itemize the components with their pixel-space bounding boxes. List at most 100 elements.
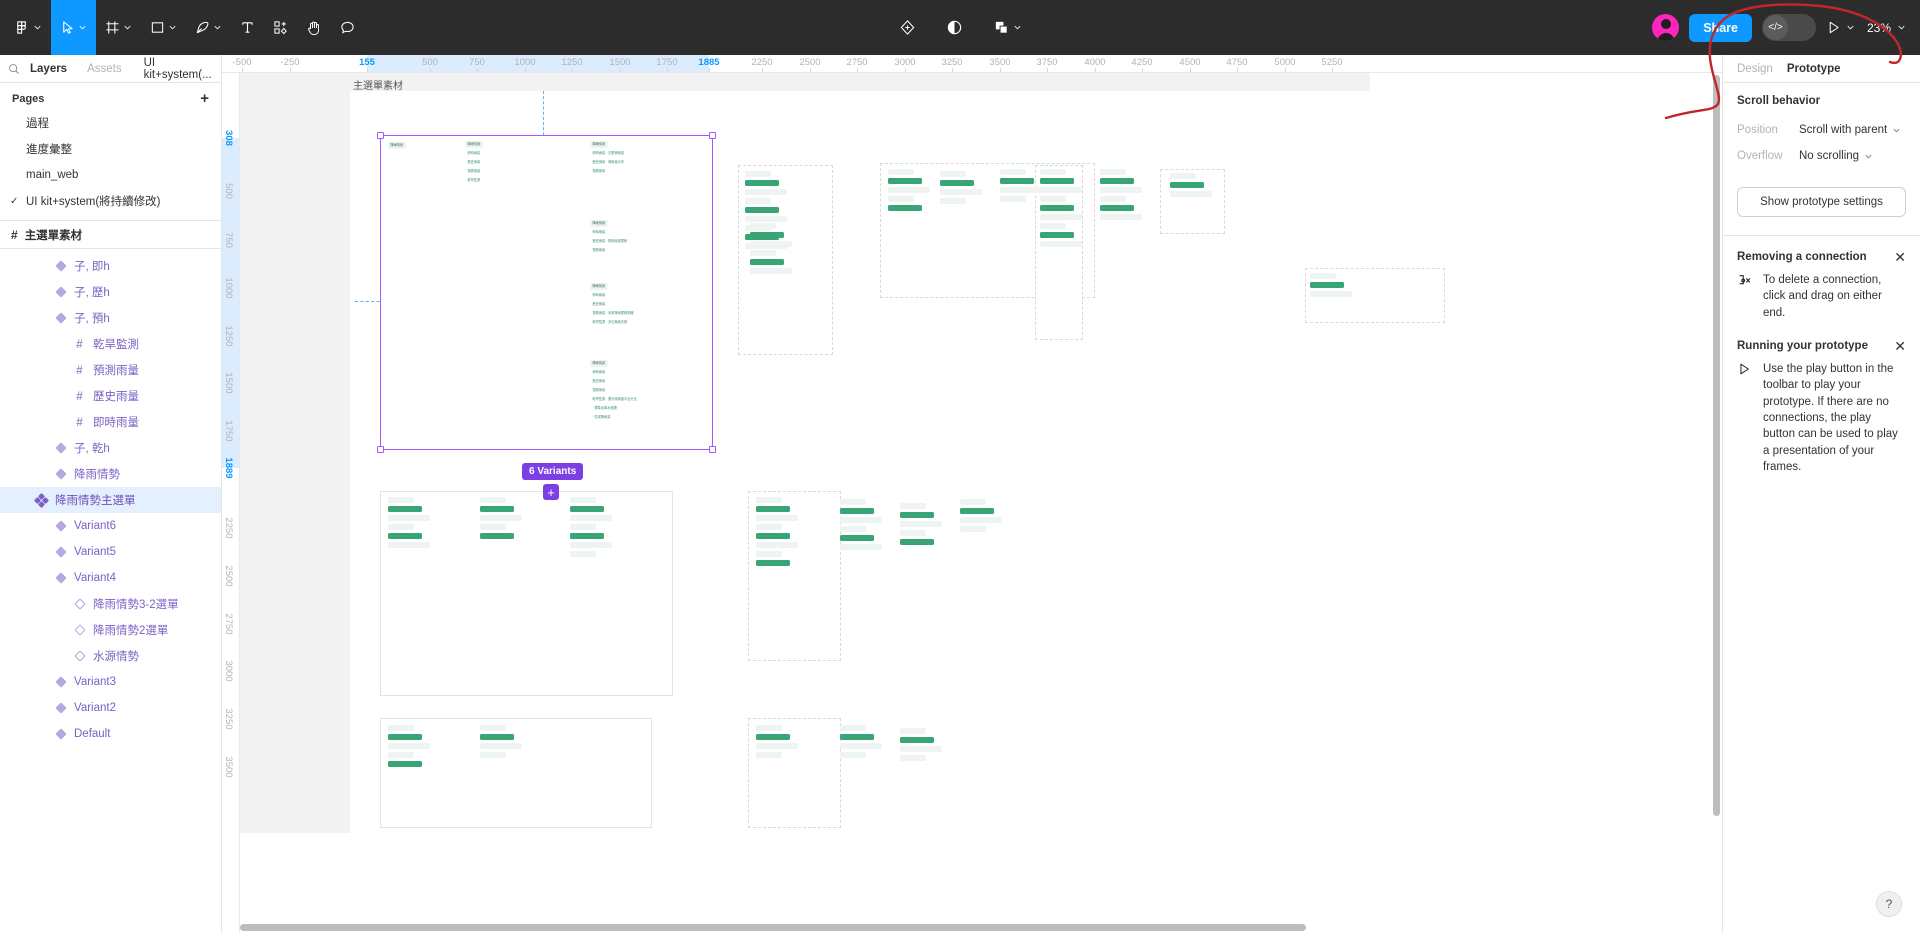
resources-icon[interactable]: [264, 0, 297, 55]
canvas-mock-chip: [570, 497, 596, 503]
layer-item-label: 即時雨量: [93, 417, 139, 429]
tab-assets[interactable]: Assets: [77, 55, 132, 83]
component-icon[interactable]: [890, 8, 925, 48]
vertical-ruler[interactable]: 308 500 750 1000 1250 1500 1750 1889 2250 2500 275…: [222, 73, 240, 933]
canvas-menu-chip: 降雨情勢: [590, 220, 608, 228]
file-name-label[interactable]: UI kit+system(...: [144, 57, 212, 81]
canvas-menu-chip: 即時雨量 · 日累積雨量: [592, 151, 625, 156]
dev-mode-toggle[interactable]: </>: [1761, 14, 1816, 41]
canvas-mock-chip: [756, 524, 782, 530]
canvas-menu-chip: 降雨情勢: [590, 283, 608, 291]
mask-icon[interactable]: [937, 8, 972, 48]
show-prototype-settings-button[interactable]: Show prototype settings: [1737, 187, 1906, 217]
layer-item-label: 歷史雨量: [93, 391, 139, 403]
layer-item[interactable]: Variant4: [0, 565, 221, 591]
canvas-frame[interactable]: [380, 491, 673, 696]
canvas-frame[interactable]: [380, 135, 713, 450]
layer-item[interactable]: # 預測雨量: [0, 357, 221, 383]
canvas-mock-chip: [1100, 214, 1142, 220]
canvas-mock-chip: [750, 259, 784, 265]
layer-item[interactable]: 水源情勢: [0, 643, 221, 669]
component-icon: [54, 572, 67, 584]
share-button[interactable]: Share: [1689, 13, 1752, 42]
canvas-mock-chip: [745, 216, 787, 222]
pen-tool-icon[interactable]: [186, 0, 231, 55]
hand-tool-icon[interactable]: [297, 0, 331, 55]
layer-item[interactable]: Variant5: [0, 539, 221, 565]
layer-item[interactable]: Variant3: [0, 669, 221, 695]
zoom-level-selector[interactable]: 23%: [1867, 21, 1906, 35]
comment-tool-icon[interactable]: [331, 0, 364, 55]
horizontal-ruler[interactable]: -500 -250 155 500 750 1000 1250 1500 1750 1885 225…: [222, 55, 1722, 73]
tab-design[interactable]: Design: [1737, 63, 1773, 75]
horizontal-scrollbar[interactable]: [240, 924, 1720, 931]
layer-item[interactable]: 子, 預h: [0, 305, 221, 331]
avatar[interactable]: [1652, 14, 1680, 41]
canvas-mock-chip: [756, 725, 782, 731]
layer-item[interactable]: 降雨情勢3-2選單: [0, 591, 221, 617]
canvas-menu-chip: · 區域降雨量: [592, 415, 611, 420]
component-icon: [54, 702, 67, 714]
tab-prototype[interactable]: Prototype: [1787, 63, 1841, 75]
page-item-0[interactable]: 過程: [0, 110, 221, 136]
position-select[interactable]: Scroll with parent: [1799, 124, 1901, 136]
add-page-button[interactable]: +: [198, 91, 211, 106]
page-item-1[interactable]: 進度彙整: [0, 136, 221, 162]
canvas[interactable]: -500 -250 155 500 750 1000 1250 1500 1750 1885 225…: [222, 55, 1722, 933]
canvas-mock-chip: [960, 517, 1002, 523]
layer-item[interactable]: # 即時雨量: [0, 409, 221, 435]
canvas-mock-chip: [388, 752, 414, 758]
boolean-icon[interactable]: [984, 8, 1031, 48]
layer-item[interactable]: # 歷史雨量: [0, 383, 221, 409]
layer-item[interactable]: 降雨情勢主選單: [0, 487, 221, 513]
close-icon[interactable]: ✕: [1894, 339, 1906, 353]
instance-icon: [73, 650, 86, 662]
horizontal-scrollbar-thumb[interactable]: [240, 924, 1306, 931]
layer-item[interactable]: 子, 即h: [0, 253, 221, 279]
overflow-value: No scrolling: [1799, 150, 1860, 162]
canvas-mock-chip: [480, 743, 522, 749]
variants-badge[interactable]: 6 Variants: [522, 463, 584, 480]
layer-item[interactable]: Variant2: [0, 695, 221, 721]
canvas-viewport[interactable]: 主選單素材 降雨情勢 降雨情勢 即時雨量 歷史雨量 預測雨量 乾旱監測 降雨情勢 即時雨量 ·…: [240, 73, 1722, 933]
pages-list: 過程 進度彙整 main_web ✓ UI kit+system(將持續修改): [0, 110, 221, 214]
text-tool-icon[interactable]: [231, 0, 264, 55]
ruler-tick-label: 4500: [1179, 57, 1201, 68]
vertical-scrollbar[interactable]: [1713, 75, 1720, 917]
frame-icon: #: [76, 337, 83, 351]
canvas-page-label: 主選單素材: [353, 81, 403, 92]
canvas-menu-chip: 預測雨量 · 未來降雨累積預報: [592, 311, 634, 316]
figma-menu-icon[interactable]: [6, 0, 51, 55]
canvas-mock-chip: [480, 725, 506, 731]
layer-item[interactable]: 子, 歷h: [0, 279, 221, 305]
search-icon[interactable]: [8, 63, 20, 75]
ruler-tick-label: 3500: [989, 57, 1011, 68]
move-tool-icon[interactable]: [51, 0, 96, 55]
canvas-menu-chip: 乾旱監測 · 累計雨量距平百分比: [592, 397, 637, 402]
shape-tool-icon[interactable]: [141, 0, 186, 55]
layer-item[interactable]: Default: [0, 721, 221, 747]
close-icon[interactable]: ✕: [1894, 250, 1906, 264]
add-variant-button[interactable]: +: [543, 484, 559, 500]
layer-item[interactable]: 子, 乾h: [0, 435, 221, 461]
present-button[interactable]: [1826, 20, 1855, 35]
layer-item[interactable]: # 乾旱監測: [0, 331, 221, 357]
layer-root-frame[interactable]: # 主選單素材: [0, 221, 221, 249]
help-button[interactable]: ?: [1876, 891, 1902, 917]
page-item-2[interactable]: main_web: [0, 162, 221, 188]
ruler-tick-mark: [810, 68, 811, 72]
overflow-label: Overflow: [1737, 150, 1783, 162]
vertical-scrollbar-thumb[interactable]: [1713, 75, 1720, 816]
canvas-mock-chip: [750, 232, 784, 238]
canvas-mock-chip: [750, 250, 776, 256]
layer-item[interactable]: 降雨情勢: [0, 461, 221, 487]
scroll-behavior-title: Scroll behavior: [1737, 95, 1821, 107]
tip-running-prototype: Running your prototype ✕ Use the play bu…: [1723, 339, 1920, 475]
tab-layers[interactable]: Layers: [20, 55, 77, 83]
layer-item[interactable]: 降雨情勢2選單: [0, 617, 221, 643]
frame-tool-icon[interactable]: [96, 0, 141, 55]
page-item-3[interactable]: ✓ UI kit+system(將持續修改): [0, 188, 221, 214]
overflow-select[interactable]: No scrolling: [1799, 150, 1873, 162]
canvas-menu-chip: 降雨情勢: [590, 141, 608, 149]
layer-item[interactable]: Variant6: [0, 513, 221, 539]
